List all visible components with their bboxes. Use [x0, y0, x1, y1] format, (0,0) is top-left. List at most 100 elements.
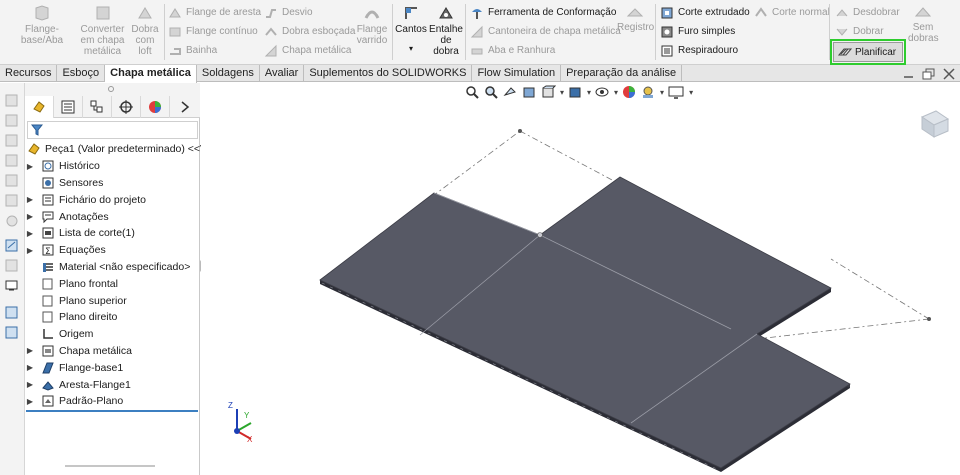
flange-varrido-button[interactable]: Flange varrido	[355, 4, 389, 46]
close-icon[interactable]	[942, 68, 956, 80]
bainha-label: Bainha	[186, 45, 218, 56]
tree-item[interactable]: ▶ Aresta-Flange1	[25, 376, 200, 393]
tree-item[interactable]: Plano frontal	[25, 275, 200, 292]
toolbar-icon-2[interactable]	[4, 113, 20, 129]
respiradouro-button[interactable]: Respiradouro	[660, 42, 738, 59]
toolbar-icon-5[interactable]	[4, 173, 20, 189]
dimxpert-tab[interactable]	[112, 96, 141, 118]
tab-suplementos[interactable]: Suplementos do SOLIDWORKS	[304, 65, 473, 82]
furo-simples-button[interactable]: Furo simples	[660, 23, 735, 40]
view-cube-icon[interactable]	[918, 107, 952, 141]
material-icon	[41, 260, 55, 274]
flange-varrido-label: Flange varrido	[356, 24, 388, 46]
plane-icon	[41, 294, 55, 308]
tree-item[interactable]: ▶ Fichário do projeto	[25, 191, 200, 208]
display-manager-tab[interactable]	[141, 96, 170, 118]
dobra-loft-button[interactable]: Dobra com loft	[128, 4, 162, 57]
tab-chapa-metalica[interactable]: Chapa metálica	[105, 65, 197, 83]
chapa-metalica-button[interactable]: Chapa metálica	[264, 42, 351, 59]
toolbar-icon-9[interactable]	[4, 258, 20, 274]
flange-base-button[interactable]: Flange-base/Aba	[6, 4, 78, 46]
corte-extrudado-button[interactable]: Corte extrudado	[660, 4, 750, 21]
toolbar-icon-6[interactable]	[4, 193, 20, 209]
ferramenta-button[interactable]: Ferramenta de Conformação	[470, 4, 616, 21]
expand-arrow-icon[interactable]: ▶	[25, 397, 35, 406]
planificar-button[interactable]: Planificar	[833, 42, 903, 62]
corte-normal-button[interactable]: Corte normal	[754, 4, 830, 21]
tab-preparacao-analise[interactable]: Preparação da análise	[561, 65, 683, 82]
tree-item[interactable]: ▶ Σ Equações	[25, 242, 200, 259]
tab-flow-simulation[interactable]: Flow Simulation	[472, 65, 562, 82]
tree-item[interactable]: ▶ Flange-base1	[25, 359, 200, 376]
tree-item[interactable]: ▶ Lista de corte(1)	[25, 225, 200, 242]
tree-item[interactable]: ▶ Anotações	[25, 208, 200, 225]
baseflange-icon	[41, 361, 55, 375]
tree-filter[interactable]	[27, 121, 198, 139]
entalhe-dobra-button[interactable]: Entalhe de dobra	[429, 4, 463, 57]
expand-arrow-icon[interactable]: ▶	[25, 346, 35, 355]
toolbar-icon-11[interactable]	[4, 305, 20, 321]
tree-item[interactable]: ▶ Chapa metálica	[25, 343, 200, 360]
hem-icon	[170, 47, 181, 55]
configurationmanager-tab[interactable]	[83, 96, 112, 118]
cantos-button[interactable]: Cantos ▾	[395, 4, 427, 54]
desvio-button[interactable]: Desvio	[264, 4, 313, 21]
configurationmanager-icon	[90, 100, 103, 113]
dobrar-button[interactable]: Dobrar	[835, 23, 884, 40]
cantoneira-button[interactable]: Cantoneira de chapa metálica	[470, 23, 621, 40]
featuremanager-tab[interactable]	[25, 96, 54, 118]
expand-arrow-icon[interactable]: ▶	[25, 246, 35, 255]
tab-recursos[interactable]: Recursos	[0, 65, 58, 82]
tree-item[interactable]: ▶ Padrão-Plano	[25, 393, 200, 410]
converter-button[interactable]: Converter em chapa metálica	[80, 4, 125, 57]
restore-icon[interactable]	[922, 68, 936, 80]
panel-tabs-more[interactable]	[170, 96, 199, 118]
graphics-area[interactable]: ▾ ▾ ▾ ▾ ▾ Z Y X	[201, 83, 960, 475]
toolbar-icon-10[interactable]	[4, 278, 20, 294]
tree-item[interactable]: ▶ Histórico	[25, 158, 200, 175]
expand-arrow-icon[interactable]: ▶	[25, 380, 35, 389]
expand-arrow-icon[interactable]: ▶	[25, 212, 35, 221]
toolbar-icon-1[interactable]	[4, 93, 20, 109]
sem-dobras-button[interactable]: Sem dobras	[908, 4, 939, 44]
dobra-esbocada-button[interactable]: Dobra esboçada	[264, 23, 355, 40]
expand-arrow-icon[interactable]: ▶	[25, 162, 35, 171]
bbox-corner-point	[927, 317, 931, 321]
bainha-button[interactable]: Bainha	[168, 42, 217, 59]
aba-ranhura-button[interactable]: Aba e Ranhura	[470, 42, 555, 59]
toolbar-icon-4[interactable]	[4, 153, 20, 169]
minimize-icon[interactable]	[902, 68, 916, 80]
tab-esboco[interactable]: Esboço	[57, 65, 106, 82]
expand-arrow-icon[interactable]: ▶	[25, 363, 35, 372]
expand-arrow-icon[interactable]: ▶	[25, 195, 35, 204]
panel-header	[25, 83, 200, 96]
toolbar-icon-3[interactable]	[4, 133, 20, 149]
tab-avaliar[interactable]: Avaliar	[260, 65, 305, 82]
tree-item[interactable]: Sensores	[25, 175, 200, 192]
origin-icon	[41, 327, 55, 341]
panel-scroll-indicator	[65, 465, 155, 467]
cantos-dropdown-icon[interactable]: ▾	[395, 43, 427, 54]
tree-item[interactable]: Plano superior	[25, 292, 200, 309]
flange-aresta-label: Flange de aresta	[186, 7, 262, 18]
rollback-bar[interactable]	[26, 410, 198, 412]
toolbar-icon-12[interactable]	[4, 325, 20, 341]
tree-item[interactable]: Plano direito	[25, 309, 200, 326]
flange-continuo-button[interactable]: Flange contínuo	[168, 23, 258, 40]
flange-aresta-button[interactable]: Flange de aresta	[168, 4, 261, 21]
tab-soldagens[interactable]: Soldagens	[197, 65, 260, 82]
tree-root[interactable]: Peça1 (Valor predeterminado) <<Valor	[25, 141, 224, 158]
expand-arrow-icon[interactable]: ▶	[25, 229, 35, 238]
propertymanager-tab[interactable]	[54, 96, 83, 118]
toolbar-icon-8[interactable]	[4, 238, 20, 254]
registro-button[interactable]: Registro	[617, 6, 654, 33]
normal-cut-icon	[755, 6, 767, 17]
desdobrar-button[interactable]: Desdobrar	[835, 4, 900, 21]
sheet-metal-model[interactable]	[201, 83, 960, 475]
stamp-icon	[626, 8, 644, 17]
tree-item[interactable]: Material <não especificado>	[25, 259, 200, 276]
toolbar-icon-7[interactable]	[4, 213, 20, 229]
tree-item[interactable]: Origem	[25, 326, 200, 343]
panel-grip-icon[interactable]	[108, 86, 114, 92]
ribbon: Flange-base/Aba Converter em chapa metál…	[0, 0, 960, 65]
